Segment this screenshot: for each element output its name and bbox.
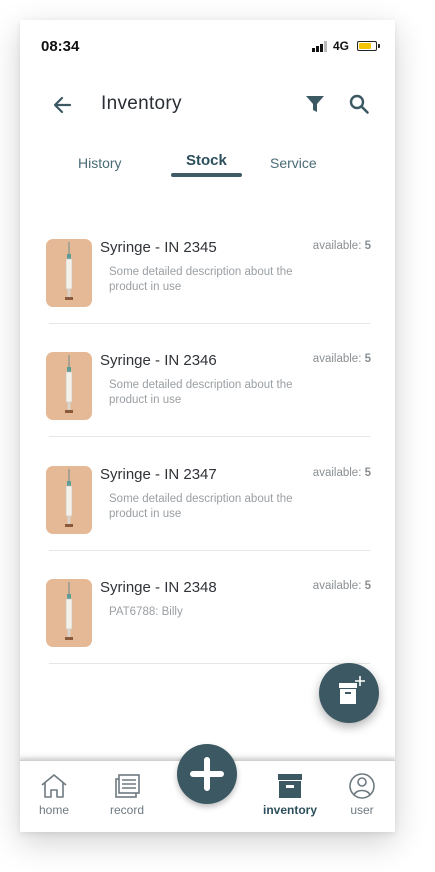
nav-record[interactable]: record bbox=[104, 761, 150, 832]
status-bar: 08:34 4G bbox=[20, 20, 395, 70]
list-item[interactable]: Syringe - IN 2346 Some detailed descript… bbox=[46, 352, 372, 442]
product-thumbnail bbox=[46, 352, 92, 420]
divider bbox=[49, 550, 370, 551]
list-item[interactable]: Syringe - IN 2347 Some detailed descript… bbox=[46, 466, 372, 556]
syringe-icon bbox=[65, 355, 73, 413]
item-name: Syringe - IN 2345 bbox=[100, 239, 217, 256]
divider bbox=[49, 323, 370, 324]
search-icon[interactable] bbox=[348, 93, 370, 115]
product-thumbnail bbox=[46, 466, 92, 534]
record-icon bbox=[115, 774, 140, 798]
syringe-icon bbox=[65, 242, 73, 300]
product-thumbnail bbox=[46, 239, 92, 307]
item-availability: available: 5 bbox=[312, 467, 371, 479]
battery-icon bbox=[357, 41, 377, 51]
tab-stock[interactable]: Stock bbox=[186, 152, 227, 169]
nav-user[interactable]: user bbox=[342, 761, 382, 832]
nav-record-label: record bbox=[109, 803, 144, 817]
nav-user-label: user bbox=[350, 803, 374, 817]
signal-icon bbox=[312, 41, 327, 52]
item-availability: available: 5 bbox=[312, 353, 371, 365]
nav-inventory[interactable]: inventory bbox=[258, 761, 322, 832]
nav-home[interactable]: home bbox=[32, 761, 76, 832]
active-tab-indicator bbox=[171, 173, 242, 177]
nav-home-label: home bbox=[38, 803, 70, 817]
item-availability: available: 5 bbox=[312, 580, 371, 592]
add-button[interactable] bbox=[177, 744, 237, 804]
add-item-button[interactable] bbox=[319, 663, 379, 723]
home-icon bbox=[41, 774, 67, 798]
syringe-icon bbox=[65, 469, 73, 527]
item-name: Syringe - IN 2347 bbox=[100, 466, 217, 483]
tab-history[interactable]: History bbox=[78, 155, 122, 171]
status-time: 08:34 bbox=[41, 38, 80, 55]
item-description: Some detailed description about the prod… bbox=[109, 379, 293, 406]
list-item[interactable]: Syringe - IN 2345 Some detailed descript… bbox=[46, 239, 372, 329]
back-arrow-icon[interactable] bbox=[50, 92, 76, 118]
page-title: Inventory bbox=[101, 93, 182, 114]
add-box-icon bbox=[339, 676, 365, 704]
syringe-icon bbox=[65, 582, 73, 640]
product-thumbnail bbox=[46, 579, 92, 647]
filter-icon[interactable] bbox=[305, 94, 325, 114]
phone-screen: 08:34 4G Inventory History Stock Service bbox=[20, 20, 395, 832]
item-description: Some detailed description about the prod… bbox=[109, 493, 293, 520]
inventory-box-icon bbox=[278, 774, 302, 798]
battery-tip bbox=[378, 44, 380, 48]
item-description: Some detailed description about the prod… bbox=[109, 266, 293, 293]
list-item[interactable]: Syringe - IN 2348 PAT6788: Billy availab… bbox=[46, 579, 372, 669]
item-name: Syringe - IN 2348 bbox=[100, 579, 217, 596]
divider bbox=[49, 436, 370, 437]
tab-service[interactable]: Service bbox=[270, 155, 317, 171]
user-icon bbox=[349, 773, 375, 799]
item-name: Syringe - IN 2346 bbox=[100, 352, 217, 369]
plus-icon bbox=[190, 757, 224, 791]
nav-inventory-label: inventory bbox=[262, 803, 317, 817]
item-description: PAT6788: Billy bbox=[109, 606, 183, 618]
item-availability: available: 5 bbox=[312, 240, 371, 252]
network-type: 4G bbox=[333, 39, 350, 53]
app-header: Inventory bbox=[20, 80, 395, 130]
